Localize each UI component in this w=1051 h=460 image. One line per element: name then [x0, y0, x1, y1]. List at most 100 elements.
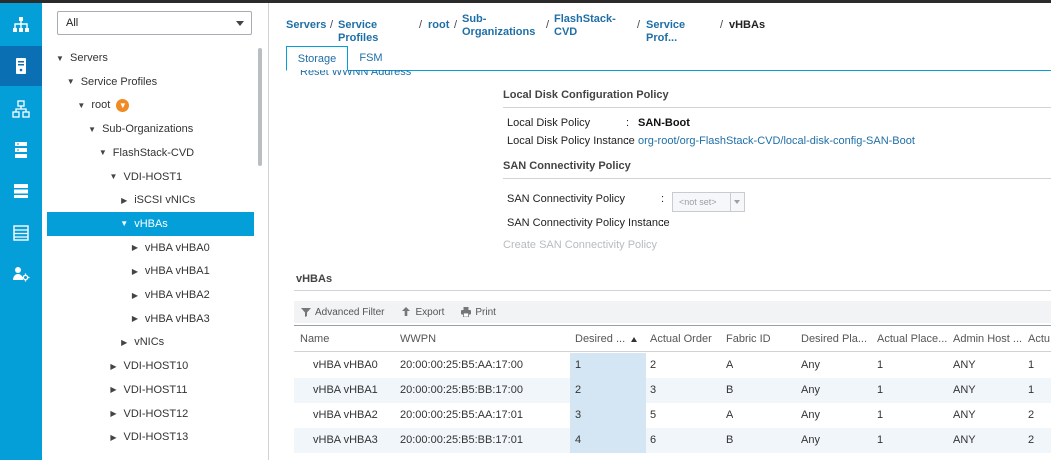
san-policy-select[interactable]: <not set>	[672, 192, 745, 212]
table-row[interactable]: vHBA vHBA3 20:00:00:25:B5:BB:17:01 4 6 B Any 1…	[294, 428, 1051, 453]
main-content: Servers / Service Profiles / root / Sub-…	[270, 3, 1051, 460]
tree-node[interactable]: ▶ vHBA vHBA3	[47, 307, 254, 331]
breadcrumb-separator: /	[419, 19, 423, 31]
tree-node[interactable]: ▼ Servers	[47, 46, 254, 70]
table-cell: 1	[575, 359, 582, 371]
table-cell: 1	[1028, 384, 1035, 396]
tab-storage[interactable]: Storage	[286, 46, 348, 71]
caret-down-icon[interactable]: ▼	[76, 101, 86, 110]
breadcrumb-root[interactable]: root	[428, 19, 449, 32]
print-icon	[461, 307, 472, 317]
table-cell: 2	[650, 359, 657, 371]
reset-wwnn-link[interactable]: Reset WWNN Address	[300, 70, 411, 79]
tab-bar: Storage FSM	[286, 46, 1051, 71]
caret-right-icon[interactable]: ▶	[130, 243, 140, 252]
tree-node[interactable]: ▼ Service Profiles	[47, 70, 254, 94]
breadcrumb-servers[interactable]: Servers	[286, 19, 326, 32]
breadcrumb-separator: /	[637, 19, 641, 31]
table-cell: 5	[650, 409, 657, 421]
admin-icon[interactable]	[0, 254, 42, 294]
table-cell: ANY	[953, 409, 976, 421]
tree-node[interactable]: ▶ iSCSI vNICs	[47, 188, 254, 212]
servers-icon[interactable]	[0, 46, 42, 86]
local-disk-instance-link[interactable]: org-root/org-FlashStack-CVD/local-disk-c…	[638, 135, 915, 147]
tree-node[interactable]: ▼ FlashStack-CVD	[47, 141, 254, 165]
breadcrumb-sub-organizations[interactable]: Sub- Organizations	[462, 13, 535, 39]
equipment-icon[interactable]	[0, 5, 42, 45]
tree-node[interactable]: ▶ VDI-HOST10	[47, 354, 254, 378]
tree-node-label: iSCSI vNICs	[134, 194, 196, 207]
caret-down-icon[interactable]: ▼	[55, 54, 65, 63]
table-cell: 1	[1028, 359, 1035, 371]
caret-right-icon[interactable]: ▶	[130, 291, 140, 300]
caret-right-icon[interactable]: ▶	[109, 409, 119, 418]
print-button[interactable]: Print	[461, 307, 496, 318]
tree-node[interactable]: ▼ vHBAs	[47, 211, 254, 236]
tree-scrollbar[interactable]	[258, 48, 262, 166]
table-cell: 4	[575, 434, 582, 446]
caret-right-icon[interactable]: ▶	[119, 196, 129, 205]
tree-node-label: VDI-HOST11	[123, 383, 188, 396]
tree-node[interactable]: ▶ VDI-HOST13	[47, 425, 254, 449]
advanced-filter-button[interactable]: Advanced Filter	[301, 307, 384, 318]
caret-right-icon[interactable]: ▶	[119, 338, 129, 347]
caret-down-icon[interactable]: ▼	[66, 77, 76, 86]
table-cell: 1	[877, 409, 884, 421]
breadcrumb-separator: /	[454, 19, 458, 31]
export-icon	[402, 307, 411, 316]
tab-fsm[interactable]: FSM	[350, 46, 392, 71]
column-header[interactable]: Name	[300, 327, 329, 352]
column-header[interactable]: Actual Place...	[877, 327, 947, 352]
breadcrumb-service-profile[interactable]: Service Prof...	[646, 19, 685, 45]
column-header[interactable]: Fabric ID	[726, 327, 771, 352]
breadcrumb-current: vHBAs	[729, 19, 766, 31]
tree-node[interactable]: ▶ vHBA vHBA2	[47, 283, 254, 307]
table-header: Name WWPN Desired ... Actual Order Fabric ID…	[294, 325, 1051, 352]
breadcrumb-flashstack-cvd[interactable]: FlashStack- CVD	[554, 13, 616, 39]
caret-down-icon[interactable]: ▼	[98, 148, 108, 157]
table-cell: 1	[877, 434, 884, 446]
column-header[interactable]: Desired Pla...	[801, 327, 867, 352]
caret-right-icon[interactable]: ▶	[109, 385, 119, 394]
caret-down-icon[interactable]: ▼	[87, 125, 97, 134]
tree-node[interactable]: ▼ Sub-Organizations	[47, 117, 254, 141]
caret-down-icon[interactable]: ▼	[109, 172, 119, 181]
caret-down-icon[interactable]: ▼	[119, 219, 129, 228]
table-row[interactable]: vHBA vHBA0 20:00:00:25:B5:AA:17:00 1 2 A Any 1…	[294, 353, 1051, 378]
table-row[interactable]: vHBA vHBA1 20:00:00:25:B5:BB:17:00 2 3 B Any 1…	[294, 378, 1051, 403]
local-disk-policy-label: Local Disk Policy	[507, 117, 591, 129]
column-header[interactable]: Desired ...	[575, 327, 638, 352]
tree-node-label: VDI-HOST12	[123, 407, 189, 420]
caret-right-icon[interactable]: ▶	[109, 433, 119, 442]
tree-node[interactable]: ▶ vHBA vHBA0	[47, 236, 254, 260]
caret-right-icon[interactable]: ▶	[130, 314, 140, 323]
chevron-down-icon	[236, 21, 244, 26]
breadcrumb-service-profiles[interactable]: Service Profiles	[338, 19, 378, 45]
tree-node[interactable]: ▶ vNICs	[47, 330, 254, 354]
column-header[interactable]: Admin Host ...	[953, 327, 1022, 352]
storage-icon[interactable]	[0, 213, 42, 253]
tree-node[interactable]: ▶ vHBA vHBA1	[47, 259, 254, 283]
vm-icon[interactable]	[0, 171, 42, 211]
navigation-panel: All ▼ Servers ▼ Service Profiles ▼ root ▼ ▼ Sub-…	[42, 3, 269, 460]
caret-right-icon[interactable]: ▶	[109, 362, 119, 371]
sorted-column-highlight	[570, 403, 646, 428]
table-row[interactable]: vHBA vHBA2 20:00:00:25:B5:AA:17:01 3 5 A Any 1…	[294, 403, 1051, 428]
san-icon[interactable]	[0, 130, 42, 170]
tree-node[interactable]: ▶ VDI-HOST12	[47, 402, 254, 426]
filter-dropdown[interactable]: All	[57, 11, 252, 35]
export-button[interactable]: Export	[401, 307, 444, 318]
column-header[interactable]: Actual Order	[650, 327, 712, 352]
column-header[interactable]: Actu	[1028, 327, 1050, 352]
caret-right-icon[interactable]: ▶	[130, 267, 140, 276]
tree-node[interactable]: ▼ root ▼	[47, 93, 254, 117]
table-cell: 2	[1028, 409, 1035, 421]
tree-node-label: vHBA vHBA2	[144, 289, 210, 301]
local-disk-instance-label: Local Disk Policy Instance	[507, 135, 635, 147]
column-header[interactable]: WWPN	[400, 327, 436, 352]
table-cell: 2	[1028, 434, 1035, 446]
tree-node[interactable]: ▶ VDI-HOST11	[47, 378, 254, 402]
lan-icon[interactable]	[0, 89, 42, 129]
tree-node[interactable]: ▼ VDI-HOST1	[47, 165, 254, 189]
sorted-column-highlight	[570, 353, 646, 378]
